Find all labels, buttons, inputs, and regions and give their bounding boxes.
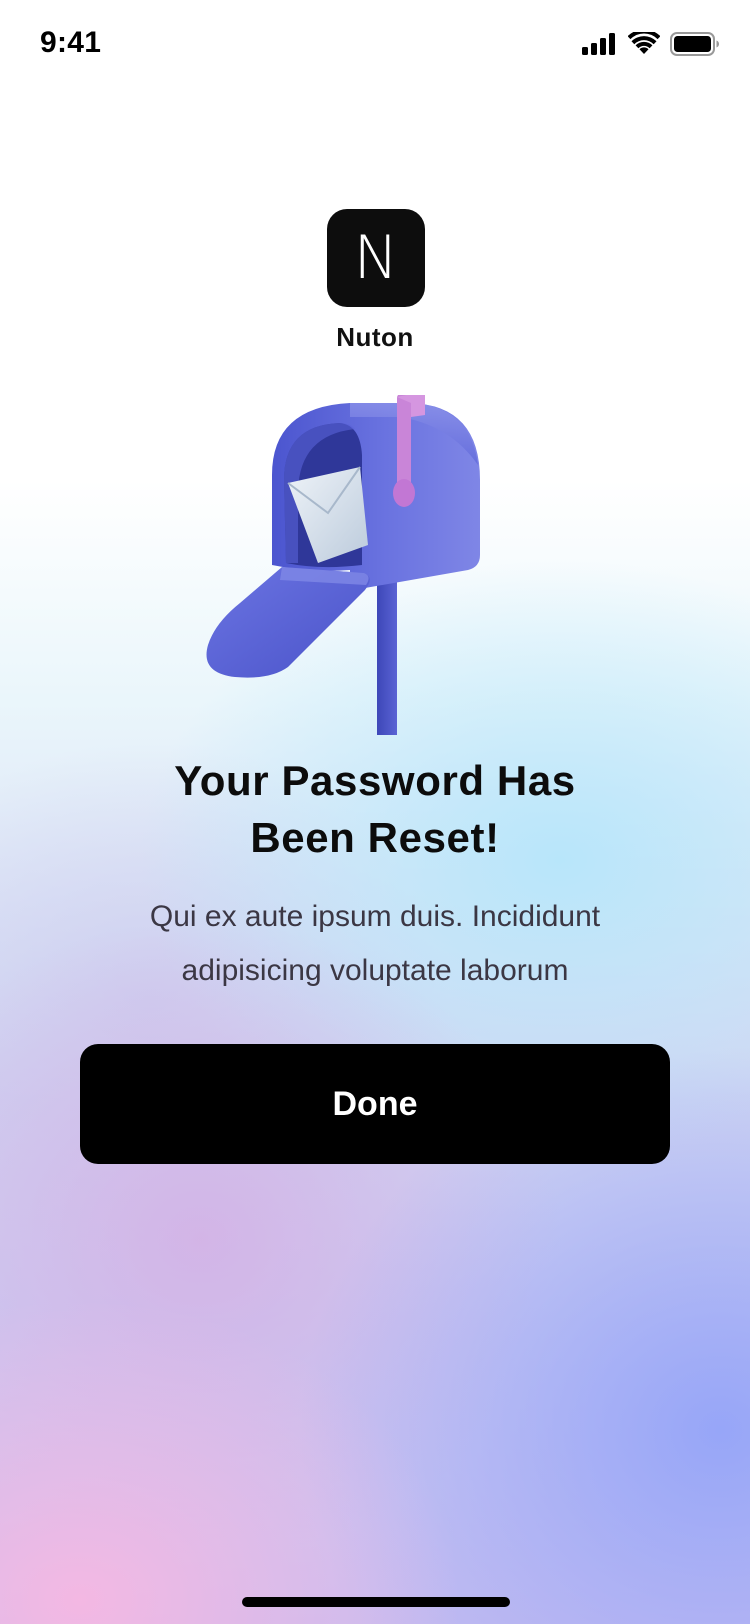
description: Qui ex aute ipsum duis. Incididunt adipi…: [0, 890, 750, 998]
cellular-signal-icon: [582, 33, 618, 60]
done-button[interactable]: Done: [80, 1044, 670, 1164]
app-logo: N: [327, 209, 425, 307]
home-indicator[interactable]: [242, 1597, 510, 1607]
page-title: Your Password Has Been Reset!: [0, 752, 750, 866]
status-icons: [582, 29, 720, 61]
mailbox-illustration: [200, 391, 510, 735]
logo-letter: N: [353, 223, 399, 293]
title-line-1: Your Password Has: [174, 757, 576, 804]
title-line-2: Been Reset!: [250, 814, 500, 861]
description-line-2: adipisicing voluptate laborum: [181, 954, 569, 987]
status-bar: 9:41: [0, 0, 750, 90]
wifi-icon: [627, 29, 661, 61]
description-line-1: Qui ex aute ipsum duis. Incididunt: [149, 900, 601, 933]
battery-icon: [670, 32, 720, 61]
app-name: Nuton: [336, 322, 414, 352]
status-time: 9:41: [40, 26, 102, 59]
